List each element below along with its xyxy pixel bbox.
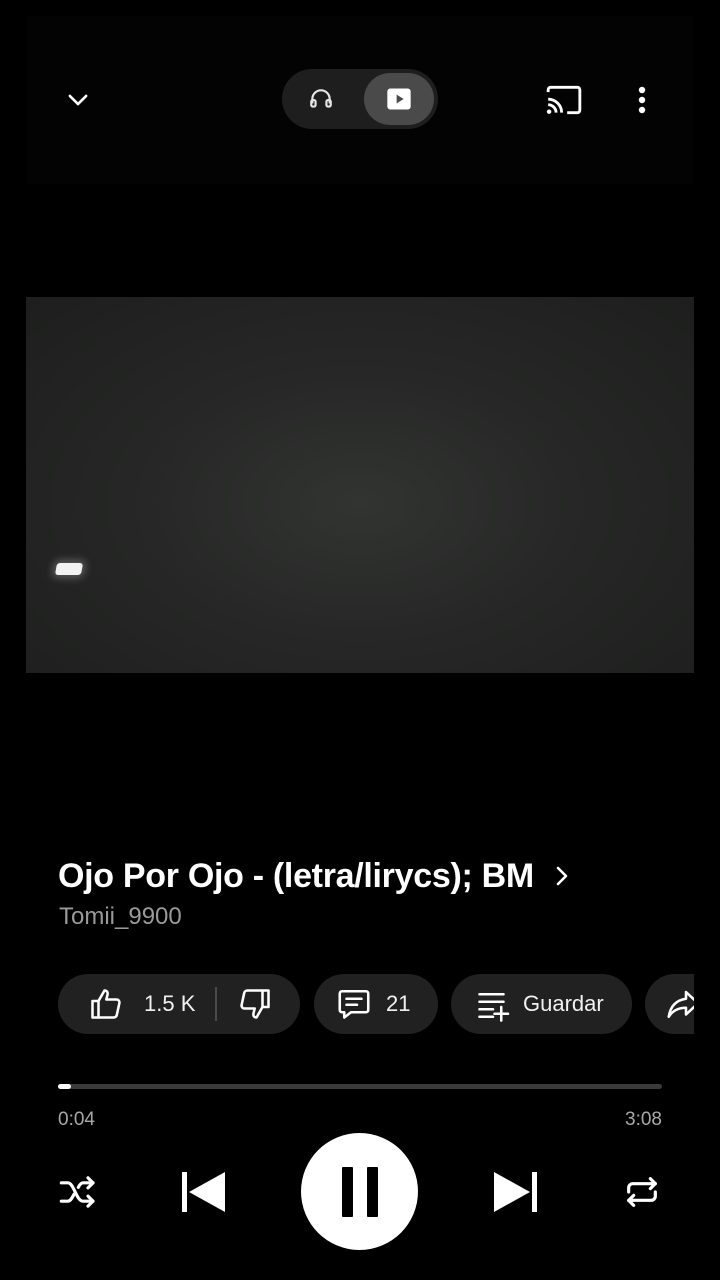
dislike-button[interactable] — [217, 974, 273, 1034]
action-buttons-row[interactable]: 1.5 K 21 Guardar — [58, 974, 694, 1034]
chevron-right-icon — [552, 862, 572, 890]
comments-count: 21 — [386, 991, 411, 1016]
comments-button[interactable]: 21 — [314, 974, 438, 1034]
save-button[interactable]: Guardar — [451, 974, 632, 1034]
video-frame-highlight — [54, 563, 84, 575]
more-options-button[interactable] — [616, 74, 668, 126]
cast-button[interactable] — [538, 74, 590, 126]
play-box-icon — [387, 88, 411, 110]
thumbs-up-icon — [91, 989, 121, 1019]
like-button[interactable]: 1.5 K — [58, 974, 195, 1034]
audio-video-toggle — [282, 69, 438, 129]
shuffle-icon — [59, 1176, 95, 1208]
collapse-player-button[interactable] — [52, 74, 104, 126]
previous-button[interactable] — [174, 1166, 230, 1218]
audio-mode-button[interactable] — [286, 73, 356, 125]
repeat-icon — [627, 1177, 657, 1207]
seek-bar-progress — [58, 1084, 71, 1089]
video-mode-button[interactable] — [364, 73, 434, 125]
skip-next-icon — [494, 1172, 537, 1212]
song-title-row[interactable]: Ojo Por Ojo - (letra/lirycs); BM — [58, 852, 658, 900]
video-player[interactable] — [26, 297, 694, 673]
more-vert-icon — [638, 86, 646, 114]
chevron-down-icon — [68, 94, 88, 106]
skip-previous-icon — [182, 1172, 225, 1212]
cast-icon — [546, 85, 582, 115]
song-title: Ojo Por Ojo - (letra/lirycs); BM — [58, 856, 534, 895]
share-button[interactable] — [645, 974, 694, 1034]
play-pause-button[interactable] — [301, 1133, 418, 1250]
pause-icon — [341, 1166, 378, 1217]
next-button[interactable] — [489, 1166, 545, 1218]
save-label: Guardar — [523, 991, 604, 1016]
share-icon — [667, 990, 694, 1019]
like-count: 1.5 K — [144, 991, 196, 1016]
thumbs-down-icon — [240, 989, 271, 1019]
shuffle-button[interactable] — [54, 1168, 102, 1216]
playlist-add-icon — [478, 992, 510, 1022]
headphones-icon — [310, 89, 332, 108]
artist-name[interactable]: Tomii_9900 — [59, 903, 182, 931]
like-dislike-pill: 1.5 K — [58, 974, 300, 1034]
current-time: 0:04 — [58, 1109, 95, 1130]
seek-bar[interactable] — [58, 1084, 662, 1089]
repeat-button[interactable] — [618, 1168, 666, 1216]
total-time: 3:08 — [625, 1109, 662, 1130]
comment-icon — [338, 989, 370, 1019]
